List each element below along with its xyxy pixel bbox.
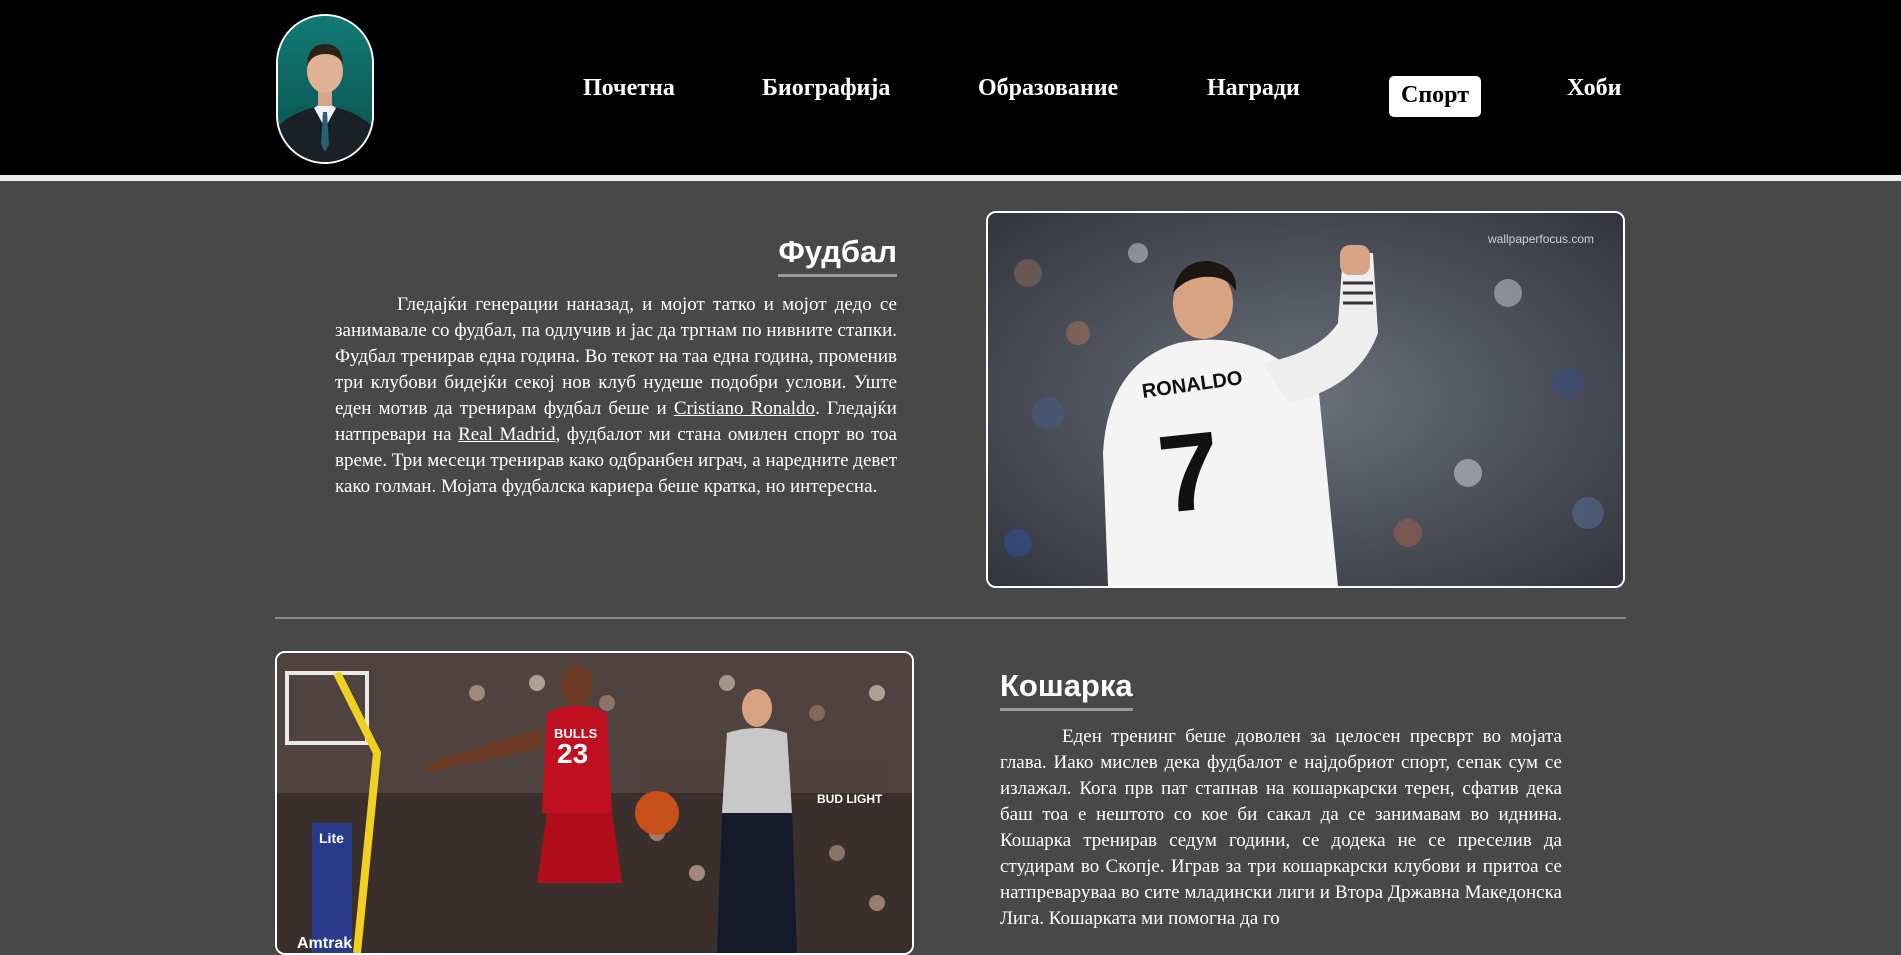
watermark: wallpaperfocus.com (1487, 232, 1594, 246)
sign-lite: Lite (319, 830, 344, 846)
nav-item-awards[interactable]: Награди (1207, 75, 1300, 102)
football-photo: RONALDO 7 wallpaperfocus.com (986, 211, 1625, 588)
nav-item-education[interactable]: Образование (978, 75, 1118, 102)
nav-item-sport[interactable]: Спорт (1389, 76, 1481, 117)
basketball-paragraph: Еден тренинг беше доволен за целосен пре… (1000, 726, 1562, 929)
portrait-image (278, 16, 372, 162)
football-title: Фудбал (778, 234, 897, 277)
cristiano-ronaldo-link[interactable]: Cristiano Ronaldo (674, 398, 815, 419)
basketball-title: Кошарка (1000, 668, 1133, 711)
jordan-image: Lite Amtrak 23 BULLS BUD LIGHT (277, 653, 912, 953)
sign-bud-light: BUD LIGHT (817, 792, 883, 806)
header-divider (0, 175, 1901, 181)
avatar[interactable] (276, 14, 374, 164)
nav-item-biography[interactable]: Биографија (762, 75, 890, 102)
section-divider (275, 617, 1626, 619)
jersey-team: BULLS (554, 726, 598, 741)
basketball-photo: Lite Amtrak 23 BULLS BUD LIGHT (275, 651, 914, 955)
ronaldo-image: RONALDO 7 wallpaperfocus.com (988, 213, 1623, 586)
nav-item-home[interactable]: Почетна (583, 75, 675, 102)
football-paragraph: Гледајќи генерации наназад, и мојот татк… (335, 292, 897, 500)
real-madrid-link[interactable]: Real Madrid (458, 424, 555, 445)
nav-item-hobby[interactable]: Хоби (1567, 75, 1621, 102)
jersey-number-23: 23 (557, 738, 588, 769)
sign-amtrak: Amtrak (297, 935, 352, 952)
jersey-number: 7 (1153, 408, 1227, 537)
